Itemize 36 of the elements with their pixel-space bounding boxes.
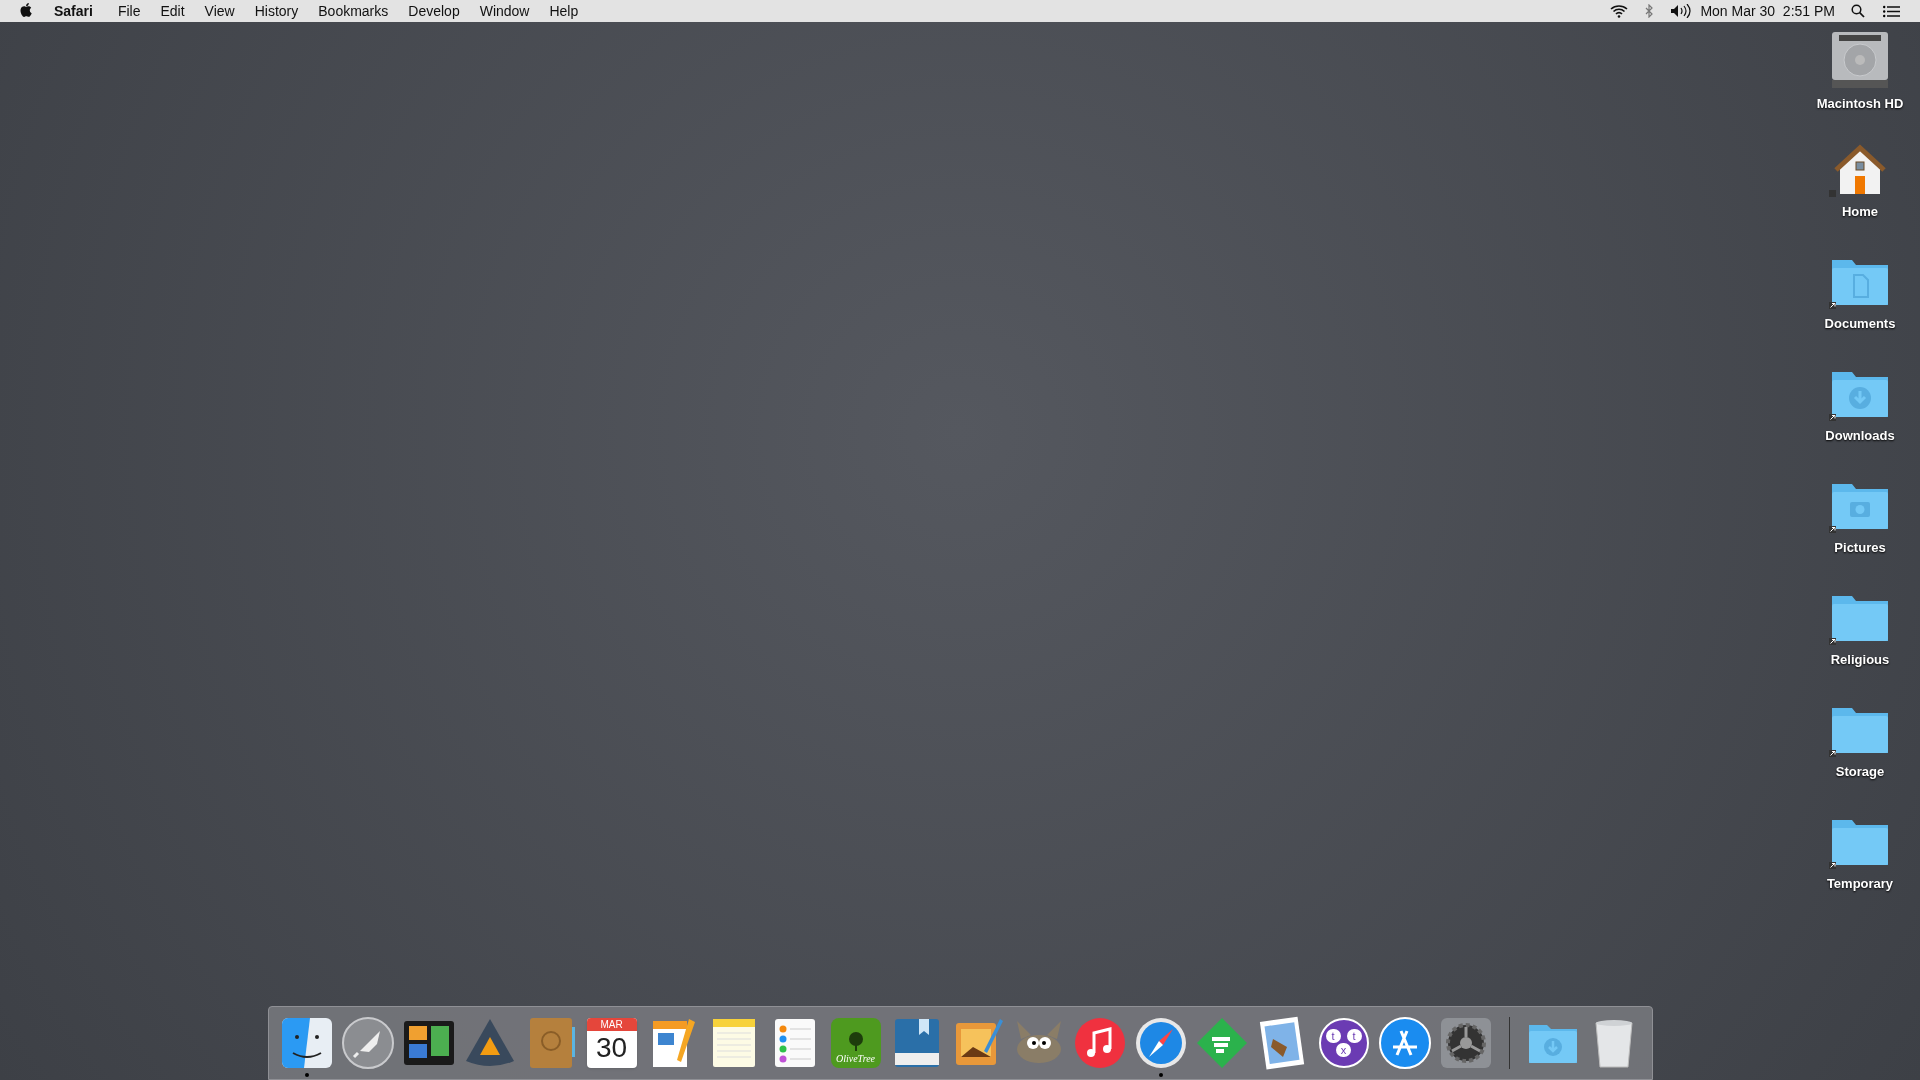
menu-item[interactable]: Help — [549, 0, 579, 22]
speaker-icon[interactable] — [1670, 4, 1693, 18]
calendar-month: MAR — [586, 1018, 637, 1031]
menu-item[interactable]: Window — [479, 0, 530, 22]
app-menu[interactable]: Safari — [54, 0, 93, 22]
desktop-icon-label[interactable]: Storage — [1835, 762, 1885, 782]
menu-item[interactable]: File — [117, 0, 141, 22]
rocket-icon[interactable] — [339, 1015, 396, 1071]
bubble-letter: t — [1346, 1029, 1362, 1043]
list-icon[interactable] — [1883, 4, 1900, 18]
menu-item[interactable]: View — [204, 0, 235, 22]
hard-drive-icon[interactable] — [1829, 30, 1891, 90]
tree-book-icon[interactable]: OliveTree — [830, 1018, 881, 1068]
letter-a-tools-icon[interactable] — [1376, 1015, 1433, 1071]
calendar-day: 30 — [595, 1031, 628, 1065]
desktop-icon-label[interactable]: Home — [1841, 202, 1879, 222]
desktop-icon-label[interactable]: Temporary — [1826, 874, 1894, 894]
bluetooth-icon[interactable] — [1644, 4, 1655, 18]
bubble-letter: t — [1325, 1029, 1341, 1043]
menu-item[interactable]: History — [254, 0, 299, 22]
desktop-icon-label[interactable]: Pictures — [1834, 538, 1886, 558]
menu-bar-clock[interactable]: Mon Mar 30 2:51 PM — [1700, 0, 1835, 22]
apple-logo-icon[interactable] — [20, 3, 34, 19]
desktop-icon-label[interactable]: Documents — [1824, 314, 1896, 334]
wifi-icon[interactable] — [1610, 4, 1629, 18]
menu-item[interactable]: Edit — [160, 0, 185, 22]
logo-text: OliveTree — [835, 1053, 876, 1065]
desktop-icon-label[interactable]: Macintosh HD — [1816, 94, 1904, 114]
menu-item[interactable]: Develop — [408, 0, 460, 22]
bubble-letter: x — [1336, 1043, 1351, 1057]
search-icon[interactable] — [1851, 4, 1865, 18]
desktop-icon-label[interactable]: Religious — [1830, 650, 1890, 670]
calendar-icon[interactable]: MAR 30 — [586, 1018, 637, 1068]
menu-item[interactable]: Bookmarks — [318, 0, 389, 22]
desktop-icon-label[interactable]: Downloads — [1825, 426, 1895, 446]
chat-bubbles-icon[interactable]: t t x — [1318, 1018, 1369, 1068]
